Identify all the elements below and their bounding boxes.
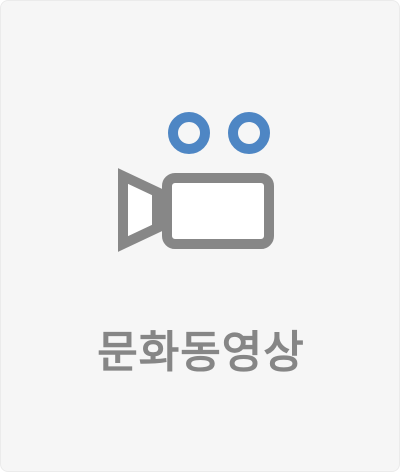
camera-reel-right [228,112,270,154]
culture-video-tile[interactable]: 문화동영상 [0,0,400,472]
video-camera-icon [118,112,274,252]
camera-lens [118,168,162,252]
tile-label: 문화동영상 [97,327,305,378]
camera-body [162,173,274,249]
camera-reel-left [168,112,210,154]
